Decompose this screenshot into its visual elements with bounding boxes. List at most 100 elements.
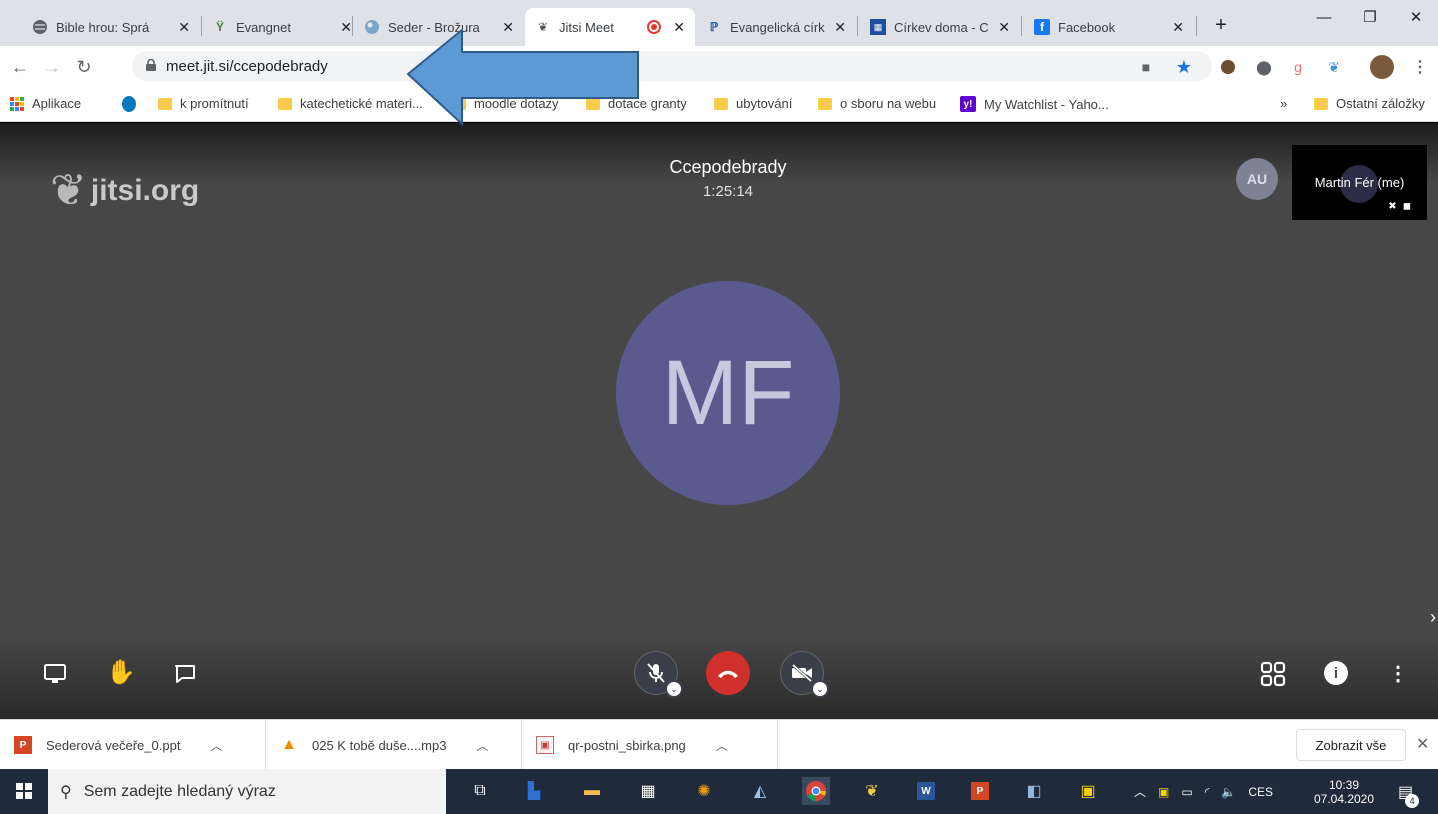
browser-menu-icon[interactable]: ⋮	[1410, 57, 1430, 77]
remote-participant-avatar[interactable]: AU	[1236, 158, 1278, 200]
audio-settings-chevron-icon[interactable]: ⌄	[665, 680, 683, 698]
download-item[interactable]: ▲ 025 K tobě duše....mp3 ︿	[266, 720, 522, 770]
bookmark-folder-k-promitnuti[interactable]: k promítnutí	[158, 96, 249, 111]
local-video-thumbnail[interactable]: Martin Fér (me) ✖◼	[1292, 145, 1427, 220]
folder-icon	[714, 97, 728, 110]
raise-hand-button[interactable]: ✋	[106, 657, 136, 687]
powerpoint-taskbar-icon[interactable]: P	[966, 777, 994, 805]
taskbar-search-input[interactable]: ⚲ Sem zadejte hledaný výraz	[48, 769, 446, 814]
restore-button[interactable]: ❐	[1347, 0, 1393, 34]
mute-audio-button[interactable]: ⌄	[634, 651, 683, 698]
camera-indicator-icon[interactable]: ■	[1136, 57, 1156, 77]
pin-extension-icon[interactable]: ⬤	[1254, 57, 1274, 77]
windows-taskbar: ⚲ Sem zadejte hledaný výraz ⧉ ▙ ▬ ▦ ✺ ◭ …	[0, 769, 1438, 814]
tab-cirkev-doma[interactable]: ▦ Církev doma - C ✕	[860, 8, 1020, 46]
bookmarks-more-button[interactable]: »	[1280, 96, 1287, 111]
tab-facebook[interactable]: f Facebook ✕	[1024, 8, 1194, 46]
tab-title: Evangelická círk	[730, 19, 825, 35]
mute-video-button[interactable]: ⌄	[780, 651, 829, 698]
download-item[interactable]: ▣ qr-postni_sbirka.png ︿	[522, 720, 778, 770]
bookmark-label: ubytování	[736, 96, 793, 111]
bookmark-other-folder[interactable]: Ostatní záložky	[1314, 96, 1425, 111]
battery-icon[interactable]: ▭	[1181, 785, 1192, 799]
bookmark-yahoo-watchlist[interactable]: y! My Watchlist - Yaho...	[960, 96, 1109, 112]
tile-view-icon	[1260, 661, 1286, 687]
address-bar[interactable]: meet.jit.si/ccepodebrady	[132, 51, 1212, 81]
local-display-name: Martin Fér (me)	[1314, 175, 1405, 190]
security-app-icon[interactable]: ◧	[1020, 777, 1048, 805]
calculator-icon[interactable]: ▦	[634, 777, 662, 805]
bookmark-star-icon[interactable]: ★	[1174, 57, 1194, 77]
tray-app-icon[interactable]: ▣	[1158, 785, 1169, 799]
new-tab-button[interactable]: +	[1198, 8, 1244, 42]
info-button[interactable]: i	[1324, 661, 1348, 685]
close-tab-icon[interactable]: ✕	[340, 19, 352, 36]
jitsi-extension-icon[interactable]: ❦	[1324, 57, 1344, 77]
back-button[interactable]: ←	[8, 55, 32, 79]
grammar-extension-icon[interactable]: g	[1288, 57, 1308, 77]
minimize-button[interactable]: —	[1301, 0, 1347, 34]
profile-avatar-icon[interactable]	[1370, 55, 1394, 79]
save-app-icon[interactable]: ▙	[520, 777, 548, 805]
tile-view-button[interactable]	[1258, 659, 1288, 689]
recording-icon	[647, 20, 662, 34]
more-actions-button[interactable]: ⋮	[1386, 659, 1410, 687]
video-settings-chevron-icon[interactable]: ⌄	[811, 680, 829, 698]
close-tab-icon[interactable]: ✕	[178, 19, 190, 36]
forward-button[interactable]: →	[40, 55, 64, 79]
apps-icon	[10, 96, 24, 111]
screenshare-button[interactable]	[42, 661, 68, 687]
bookmark-drupal[interactable]	[122, 96, 136, 112]
browser-tab-strip: Bible hrou: Sprá ✕ Ÿ Evangnet ✕ Seder - …	[0, 0, 1438, 46]
folder-icon	[1314, 97, 1328, 110]
task-view-icon[interactable]: ⧉	[466, 777, 494, 805]
tab-evangnet[interactable]: Ÿ Evangnet ✕	[202, 8, 362, 46]
wifi-icon[interactable]: ◜	[1205, 785, 1210, 799]
language-indicator[interactable]: CES	[1248, 785, 1273, 799]
close-tab-icon[interactable]: ✕	[998, 19, 1010, 36]
close-download-shelf-icon[interactable]: ✕	[1416, 734, 1429, 754]
chevron-up-icon[interactable]: ︿	[476, 737, 488, 754]
chevron-up-icon[interactable]: ︿	[716, 737, 728, 754]
bookmark-label: Ostatní záložky	[1336, 96, 1425, 111]
file-explorer-icon[interactable]: ▬	[578, 777, 606, 805]
cookie-extension-icon[interactable]	[1218, 57, 1238, 77]
tab-bible-hrou[interactable]: Bible hrou: Sprá ✕	[22, 8, 200, 46]
word-icon[interactable]: W	[912, 777, 940, 805]
hangup-button[interactable]	[706, 651, 750, 695]
notification-count: 4	[1405, 793, 1420, 808]
tab-title: Evangnet	[236, 19, 291, 35]
reload-button[interactable]: ↻	[72, 55, 96, 79]
windows-start-icon[interactable]	[10, 777, 38, 805]
orange-app-icon[interactable]: ✺	[690, 777, 718, 805]
download-item[interactable]: P Sederová večeře_0.ppt ︿	[0, 720, 266, 770]
chevron-up-icon[interactable]: ︿	[210, 737, 222, 754]
tab-title: Facebook	[1058, 19, 1116, 35]
bookmark-folder-ubytovani[interactable]: ubytování	[714, 96, 792, 111]
action-center-icon[interactable]: ▤ 4	[1398, 769, 1420, 814]
volume-icon[interactable]: 🔈	[1221, 785, 1236, 799]
close-tab-icon[interactable]: ✕	[1172, 19, 1184, 36]
bookmark-apps[interactable]: Aplikace	[10, 96, 81, 111]
batman-app-icon[interactable]: ▣	[1074, 777, 1102, 805]
hangup-icon	[718, 670, 738, 678]
filmstrip-toggle-chevron-icon[interactable]: ›	[1430, 607, 1436, 628]
tab-title: Církev doma - C	[894, 19, 989, 35]
bookmark-folder-o-sboru[interactable]: o sboru na webu	[818, 96, 936, 111]
tray-expand-icon[interactable]: ︿	[1134, 783, 1146, 800]
bookmark-folder-katecheticke[interactable]: katechetické materi...	[278, 96, 423, 111]
clock[interactable]: 10:39 07.04.2020	[1308, 769, 1380, 814]
tab-evangelicka-cirkev[interactable]: ℙ Evangelická círk ✕	[696, 8, 856, 46]
triangle-app-icon[interactable]: ◭	[746, 777, 774, 805]
chat-icon	[175, 665, 195, 683]
close-tab-icon[interactable]: ✕	[673, 19, 685, 36]
chrome-icon[interactable]	[802, 777, 830, 805]
show-all-downloads-button[interactable]: Zobrazit vše	[1296, 729, 1406, 761]
more-vertical-icon: ⋮	[1388, 662, 1408, 685]
search-icon: ⚲	[60, 783, 72, 801]
download-filename: 025 K tobě duše....mp3	[312, 737, 447, 753]
bug-app-icon[interactable]: ❦	[858, 777, 886, 805]
close-window-button[interactable]: ✕	[1393, 0, 1438, 34]
chat-button[interactable]	[172, 661, 198, 687]
close-tab-icon[interactable]: ✕	[834, 19, 846, 36]
